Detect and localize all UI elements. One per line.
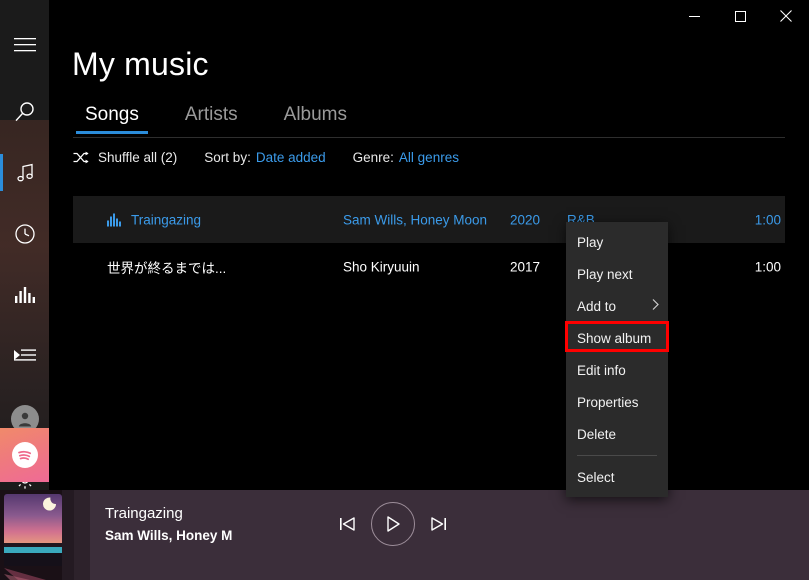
main-content: My music Songs Artists Albums Shuffle al… <box>49 32 809 487</box>
context-menu-item-edit-info[interactable]: Edit info <box>566 354 668 386</box>
song-list: Traingazing Sam Wills, Honey Moon 2020 R… <box>73 196 785 290</box>
clock-icon <box>14 223 35 244</box>
title-bar <box>49 0 809 32</box>
song-year: 2017 <box>510 259 541 274</box>
song-artist: Sam Wills, Honey Moon <box>343 212 488 227</box>
song-title-cell: Traingazing <box>107 212 201 227</box>
maximize-button[interactable] <box>717 0 763 32</box>
equalizer-icon <box>107 213 121 226</box>
sidebar-item-recent[interactable] <box>0 209 49 258</box>
album-art-icon <box>0 490 90 580</box>
genre-label: Genre: <box>352 150 394 165</box>
tab-divider <box>73 137 785 138</box>
shuffle-all-label: Shuffle all (2) <box>98 150 178 165</box>
maximize-icon <box>734 10 746 22</box>
hamburger-icon <box>13 37 36 51</box>
song-title: 世界が終るまでは... <box>107 260 227 276</box>
song-duration: 1:00 <box>754 259 781 274</box>
tab-albums[interactable]: Albums <box>272 104 359 134</box>
context-menu-item-play[interactable]: Play <box>566 226 668 258</box>
previous-track-icon <box>340 517 355 531</box>
close-icon <box>780 10 792 22</box>
sort-by-group: Sort by: Date added <box>204 150 325 165</box>
shuffle-all-button[interactable]: Shuffle all (2) <box>73 150 177 165</box>
music-app-window: My music Songs Artists Albums Shuffle al… <box>0 0 809 580</box>
spotify-waves-icon <box>18 450 32 460</box>
context-menu-separator <box>577 455 657 456</box>
sort-by-label: Sort by: <box>204 150 251 165</box>
chevron-right-icon <box>652 299 659 314</box>
equalizer-icon <box>14 286 35 303</box>
genre-value[interactable]: All genres <box>399 150 459 165</box>
context-menu-item-select[interactable]: Select <box>566 461 668 493</box>
playlist-icon <box>13 348 36 361</box>
minimize-button[interactable] <box>671 0 717 32</box>
previous-track-button[interactable] <box>337 514 357 534</box>
sidebar-item-search[interactable] <box>0 87 49 136</box>
shuffle-icon <box>73 151 89 164</box>
spotify-icon <box>11 442 38 468</box>
tab-bar: Songs Artists Albums <box>73 104 359 134</box>
song-title: Traingazing <box>131 212 202 227</box>
now-playing-artist: Sam Wills, Honey M <box>105 528 233 543</box>
play-button[interactable] <box>371 502 415 546</box>
context-menu-item-properties[interactable]: Properties <box>566 386 668 418</box>
table-row[interactable]: Traingazing Sam Wills, Honey Moon 2020 R… <box>73 196 785 243</box>
page-title: My music <box>72 46 209 82</box>
transport-controls <box>337 502 449 546</box>
song-year: 2020 <box>510 212 541 227</box>
song-artist: Sho Kiryuuin <box>343 259 420 274</box>
search-icon <box>14 101 34 121</box>
minimize-icon <box>688 15 700 17</box>
sidebar-item-playlists[interactable] <box>0 331 49 380</box>
player-album-art[interactable] <box>0 490 90 580</box>
sidebar-item-now-playing[interactable] <box>0 270 49 319</box>
context-menu: Play Play next Add to Show album Edit in… <box>566 222 668 497</box>
next-track-button[interactable] <box>429 514 449 534</box>
list-toolbar: Shuffle all (2) Sort by: Date added Genr… <box>73 150 459 165</box>
context-menu-item-delete[interactable]: Delete <box>566 418 668 450</box>
user-avatar-icon <box>18 412 31 426</box>
tab-artists[interactable]: Artists <box>173 104 250 134</box>
sidebar-item-menu[interactable] <box>0 20 49 69</box>
sidebar-item-spotify[interactable] <box>0 428 49 482</box>
sort-by-value[interactable]: Date added <box>256 150 326 165</box>
close-button[interactable] <box>763 0 809 32</box>
song-duration: 1:00 <box>754 212 781 227</box>
context-menu-item-add-to-label: Add to <box>577 298 617 314</box>
next-track-icon <box>431 517 446 531</box>
music-note-icon <box>16 163 33 181</box>
context-menu-item-show-album[interactable]: Show album <box>566 322 668 354</box>
context-menu-item-add-to[interactable]: Add to <box>566 290 668 322</box>
table-row[interactable]: 世界が終るまでは... Sho Kiryuuin 2017 1:00 <box>73 243 785 290</box>
now-playing-title: Traingazing <box>105 505 183 522</box>
play-icon <box>387 516 400 532</box>
player-bar: Traingazing Sam Wills, Honey M <box>0 490 809 580</box>
context-menu-item-play-next[interactable]: Play next <box>566 258 668 290</box>
genre-group: Genre: All genres <box>353 150 459 165</box>
sidebar-item-my-music[interactable] <box>0 148 49 197</box>
tab-songs[interactable]: Songs <box>73 104 151 134</box>
song-title-cell: 世界が終るまでは... <box>107 257 226 277</box>
